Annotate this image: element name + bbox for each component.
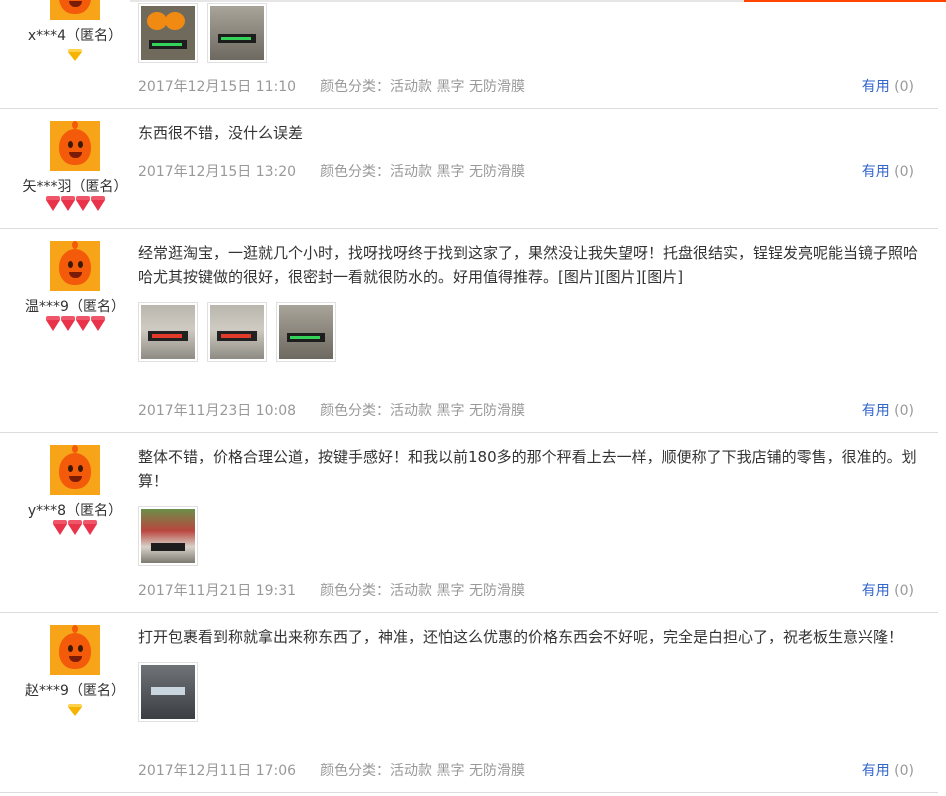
useful-button[interactable]: 有用 (0)	[862, 580, 914, 600]
review-meta: 2017年11月23日 10:08 颜色分类：活动款 黑字 无防滑膜	[138, 400, 525, 420]
reviewer: 赵***9（匿名）	[0, 625, 150, 718]
avatar[interactable]	[50, 121, 100, 171]
gold-diamond-icon	[68, 704, 82, 716]
review-text: 整体不错，价格合理公道，按键手感好！和我以前180多的那个秤看上去一样，顺便称了…	[138, 448, 917, 490]
useful-button[interactable]: 有用 (0)	[862, 76, 914, 96]
review-photo[interactable]	[138, 506, 198, 566]
red-heart-icon	[75, 316, 90, 331]
reviewer: 温***9（匿名）	[0, 241, 150, 334]
avatar[interactable]	[50, 625, 100, 675]
review-photos	[138, 506, 918, 566]
review-date: 2017年12月15日 11:10	[138, 79, 297, 95]
avatar[interactable]	[50, 0, 100, 20]
review-item: 赵***9（匿名） 打开包裹看到称就拿出来称东西了，神准，还怕这么优惠的价格东西…	[0, 613, 938, 793]
sku-info: 颜色分类：活动款 黑字 无防滑膜	[320, 403, 525, 419]
reviewer-name: 赵***9（匿名）	[25, 683, 125, 699]
red-heart-icon	[60, 316, 75, 331]
reviewer-level-badges	[0, 316, 150, 334]
review-item: 矢***羽（匿名） 东西很不错，没什么误差 2017年12月15日 13:20 颜…	[0, 109, 938, 229]
sku-info: 颜色分类：活动款 黑字 无防滑膜	[320, 763, 525, 779]
reviewer-name: x***4（匿名）	[27, 28, 123, 44]
useful-count: (0)	[894, 403, 914, 419]
reviewer-level-badges	[0, 520, 150, 538]
reviewer: 矢***羽（匿名）	[0, 121, 150, 214]
review-photo[interactable]	[207, 3, 267, 63]
sku-info: 颜色分类：活动款 黑字 无防滑膜	[320, 164, 525, 180]
useful-label: 有用	[861, 79, 890, 95]
review-meta: 2017年12月15日 11:10 颜色分类：活动款 黑字 无防滑膜	[138, 76, 525, 96]
avatar[interactable]	[50, 445, 100, 495]
sku-info: 颜色分类：活动款 黑字 无防滑膜	[320, 79, 525, 95]
avatar[interactable]	[50, 241, 100, 291]
review-photo[interactable]	[138, 662, 198, 722]
useful-count: (0)	[894, 79, 914, 95]
review-photo[interactable]	[276, 302, 336, 362]
red-heart-icon	[75, 196, 90, 211]
reviewer-name: y***8（匿名）	[27, 503, 123, 519]
reviewer-level-badges	[0, 49, 150, 63]
review-photo[interactable]	[138, 3, 198, 63]
review-date: 2017年12月15日 13:20	[138, 164, 297, 180]
review-item: x***4（匿名） 2017年12月15日 11:10 颜色分类：活动款 黑字 无…	[0, 0, 938, 109]
review-photo[interactable]	[138, 302, 198, 362]
reviewer-level-badges	[0, 704, 150, 718]
review-photo[interactable]	[207, 302, 267, 362]
reviewer-level-badges	[0, 196, 150, 214]
review-text: 东西很不错，没什么误差	[138, 124, 304, 142]
useful-button[interactable]: 有用 (0)	[862, 400, 914, 420]
review-date: 2017年12月11日 17:06	[138, 763, 297, 779]
reviewer: y***8（匿名）	[0, 445, 150, 538]
red-heart-icon	[90, 316, 105, 331]
review-meta: 2017年12月11日 17:06 颜色分类：活动款 黑字 无防滑膜	[138, 760, 525, 780]
review-meta: 2017年12月15日 13:20 颜色分类：活动款 黑字 无防滑膜	[138, 161, 525, 181]
useful-button[interactable]: 有用 (0)	[862, 161, 914, 181]
red-heart-icon	[90, 196, 105, 211]
reviewer: x***4（匿名）	[0, 0, 150, 63]
useful-label: 有用	[861, 403, 890, 419]
useful-count: (0)	[894, 763, 914, 779]
review-meta: 2017年11月21日 19:31 颜色分类：活动款 黑字 无防滑膜	[138, 580, 525, 600]
review-item: y***8（匿名） 整体不错，价格合理公道，按键手感好！和我以前180多的那个秤…	[0, 433, 938, 613]
review-photos	[138, 3, 918, 63]
review-item: 温***9（匿名） 经常逛淘宝，一逛就几个小时，找呀找呀终于找到这家了，果然没让…	[0, 229, 938, 433]
review-date: 2017年11月21日 19:31	[138, 583, 297, 599]
red-heart-icon	[60, 196, 75, 211]
reviewer-name: 矢***羽（匿名）	[22, 179, 128, 195]
useful-label: 有用	[861, 763, 890, 779]
red-heart-icon	[45, 196, 60, 211]
red-heart-icon	[83, 520, 97, 535]
red-heart-icon	[53, 520, 67, 535]
useful-button[interactable]: 有用 (0)	[862, 760, 914, 780]
useful-label: 有用	[861, 164, 890, 180]
review-text: 经常逛淘宝，一逛就几个小时，找呀找呀终于找到这家了，果然没让我失望呀！托盘很结实…	[138, 244, 919, 286]
useful-count: (0)	[894, 583, 914, 599]
red-heart-icon	[68, 520, 82, 535]
gold-diamond-icon	[68, 49, 82, 61]
red-heart-icon	[45, 316, 60, 331]
review-photos	[138, 302, 918, 362]
useful-count: (0)	[894, 164, 914, 180]
review-text: 打开包裹看到称就拿出来称东西了，神准，还怕这么优惠的价格东西会不好呢，完全是白担…	[138, 628, 904, 646]
review-date: 2017年11月23日 10:08	[138, 403, 297, 419]
sku-info: 颜色分类：活动款 黑字 无防滑膜	[320, 583, 525, 599]
useful-label: 有用	[861, 583, 890, 599]
review-photos	[138, 662, 918, 722]
reviewer-name: 温***9（匿名）	[25, 299, 125, 315]
